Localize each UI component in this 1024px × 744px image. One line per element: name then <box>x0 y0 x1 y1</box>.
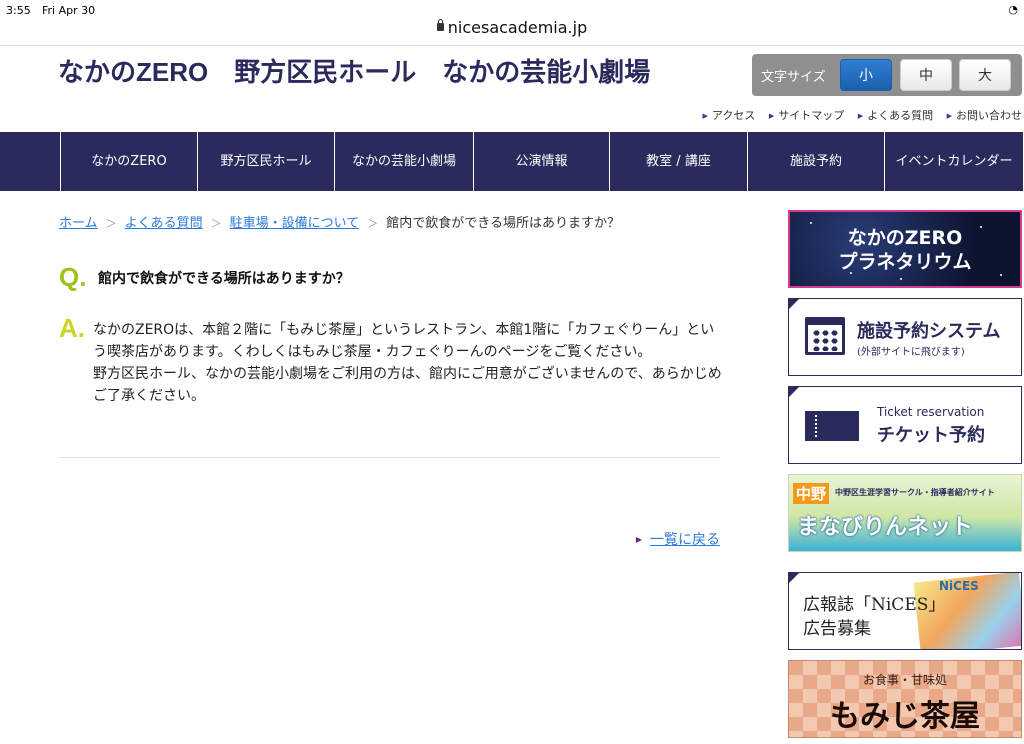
star-decoration <box>1000 274 1002 276</box>
nav-item-nakano-zero[interactable]: なかのZERO <box>60 132 197 191</box>
answer-paragraph: なかのZEROは、本館２階に「もみじ茶屋」というレストラン、本館1階に「カフェぐ… <box>93 322 715 360</box>
triangle-icon: ▶ <box>857 112 864 120</box>
triangle-icon: ▶ <box>768 112 775 120</box>
utility-link-faq[interactable]: ▶ よくある質問 <box>858 109 933 122</box>
url-text: nicesacademia.jp <box>447 18 588 37</box>
manabi-badge: 中野 <box>793 483 830 504</box>
status-time: 3:55 <box>6 4 31 17</box>
back-to-list-link[interactable]: 一覧に戻る <box>650 532 720 548</box>
utility-link-sitemap[interactable]: ▶ サイトマップ <box>769 109 844 122</box>
star-decoration <box>810 222 812 224</box>
nav-item-event-calendar[interactable]: イベントカレンダー <box>884 132 1024 191</box>
main-nav: なかのZERO 野方区民ホール なかの芸能小劇場 公演情報 教室 / 講座 施設… <box>0 132 1024 191</box>
ticket-icon <box>805 411 859 441</box>
facility-booking-banner[interactable]: 施設予約システム (外部サイトに飛びます) <box>788 298 1022 376</box>
breadcrumb: ホーム ＞ よくある質問 ＞ 駐車場・設備について ＞ 館内で飲食ができる場所はありますか？ <box>59 212 620 231</box>
font-size-switcher: 文字サイズ 小 中 大 <box>752 54 1022 96</box>
triangle-icon: ▶ <box>946 112 952 120</box>
answer-mark: A. <box>59 313 85 343</box>
chevron-right-icon: ＞ <box>367 217 379 230</box>
question-text: 館内で飲食ができる場所はありますか？ <box>98 271 350 287</box>
corner-decoration <box>789 299 799 309</box>
nav-item-small-theater[interactable]: なかの芸能小劇場 <box>334 132 473 191</box>
lock-icon <box>436 19 444 31</box>
star-decoration <box>900 278 902 280</box>
calendar-icon <box>805 317 845 355</box>
momiji-title: もみじ茶屋 <box>830 699 980 734</box>
font-size-small-button[interactable]: 小 <box>840 59 892 91</box>
nav-item-classes[interactable]: 教室 / 講座 <box>609 132 747 191</box>
utility-link-access[interactable]: ▶ アクセス <box>702 109 755 122</box>
corner-decoration <box>789 387 799 397</box>
magazine-title: NiCES <box>939 579 979 593</box>
facility-booking-subtitle: (外部サイトに飛びます) <box>857 347 965 358</box>
utility-links: ▶ アクセス ▶ サイトマップ ▶ よくある質問 ▶ お問い合わせ <box>692 107 1022 123</box>
question-mark: Q. <box>59 262 87 292</box>
chevron-right-icon: ＞ <box>210 217 222 230</box>
momiji-chaya-banner[interactable]: お食事・甘味処 もみじ茶屋 <box>788 660 1022 738</box>
font-size-large-button[interactable]: 大 <box>959 59 1011 91</box>
font-size-medium-button[interactable]: 中 <box>900 59 952 91</box>
font-size-label: 文字サイズ <box>761 70 826 85</box>
manabi-title: まなびりんネット <box>797 515 974 540</box>
nices-ad-banner[interactable]: NiCES 広報誌「NiCES」 広告募集 <box>788 572 1022 650</box>
planetarium-banner[interactable]: なかのZERO プラネタリウム <box>788 210 1022 288</box>
breadcrumb-parking[interactable]: 駐車場・設備について <box>230 216 360 231</box>
corner-decoration <box>789 573 799 583</box>
manabi-tagline: 中野区生涯学習サークル・指導者紹介サイト <box>835 488 995 497</box>
wifi-icon: ◔ <box>1008 3 1018 16</box>
ticket-reservation-banner[interactable]: Ticket reservation チケット予約 <box>788 386 1022 464</box>
nav-item-facility-booking[interactable]: 施設予約 <box>747 132 884 191</box>
momiji-subtitle: お食事・甘味処 <box>862 673 947 687</box>
nav-item-performances[interactable]: 公演情報 <box>473 132 609 191</box>
chevron-right-icon: ＞ <box>105 217 117 230</box>
breadcrumb-home[interactable]: ホーム <box>59 216 98 231</box>
breadcrumb-current: 館内で飲食ができる場所はありますか？ <box>386 216 621 231</box>
divider <box>59 457 720 458</box>
breadcrumb-faq[interactable]: よくある質問 <box>125 216 203 231</box>
answer-text: なかのZEROは、本館２階に「もみじ茶屋」というレストラン、本館1階に「カフェぐ… <box>93 319 723 407</box>
ticket-reservation-en: Ticket reservation <box>877 405 985 419</box>
planetarium-banner-text: なかのZERO プラネタリウム <box>838 227 972 273</box>
manabi-net-banner[interactable]: 中野 中野区生涯学習サークル・指導者紹介サイト まなびりんネット <box>788 474 1022 552</box>
back-to-list: ▶ 一覧に戻る <box>636 529 720 549</box>
nav-item-noboro-hall[interactable]: 野方区民ホール <box>197 132 334 191</box>
status-date: Fri Apr 30 <box>42 4 96 17</box>
divider <box>0 45 1024 46</box>
site-title[interactable]: なかのZERO 野方区民ホール なかの芸能小劇場 <box>58 52 650 89</box>
answer-paragraph: 野方区民ホール、なかの芸能小劇場をご利用の方は、館内にご用意がございませんので、… <box>93 366 722 404</box>
address-bar[interactable]: nicesacademia.jp <box>0 18 1024 44</box>
facility-booking-title: 施設予約システム <box>857 321 1001 342</box>
nices-ad-text: 広報誌「NiCES」 広告募集 <box>803 595 946 639</box>
triangle-icon: ▶ <box>635 535 642 544</box>
ticket-reservation-jp: チケット予約 <box>877 425 985 446</box>
utility-link-contact[interactable]: ▶ お問い合わせ <box>947 109 1022 122</box>
triangle-icon: ▶ <box>702 112 708 120</box>
